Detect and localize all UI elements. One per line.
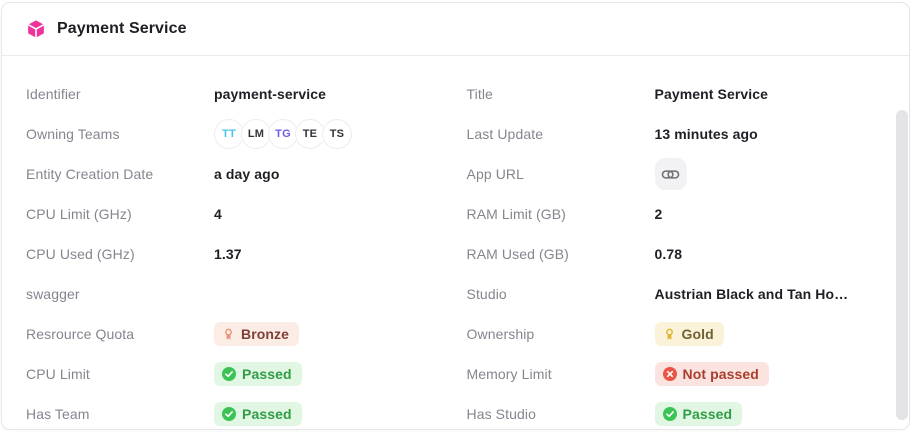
field-value: TTLMTGTETS xyxy=(214,119,445,149)
field-value: Passed xyxy=(214,362,445,386)
team-avatar[interactable]: TG xyxy=(268,119,298,149)
detail-row: Entity Creation Datea day ago xyxy=(26,154,445,194)
detail-row: swagger xyxy=(26,274,445,314)
app-url-button[interactable] xyxy=(655,158,687,190)
detail-row: App URL xyxy=(467,154,886,194)
detail-row: Has Studio Passed xyxy=(467,394,886,430)
field-label: Has Studio xyxy=(467,406,655,422)
detail-row: CPU Limit Passed xyxy=(26,354,445,394)
medal-icon xyxy=(663,328,676,341)
detail-row: Ownership Gold xyxy=(467,314,886,354)
badge-label: Passed xyxy=(683,407,733,421)
bronze-badge: Bronze xyxy=(214,322,299,346)
status-badge-not-passed: Not passed xyxy=(655,362,769,386)
scrollbar-thumb[interactable] xyxy=(896,110,908,420)
detail-row: TitlePayment Service xyxy=(467,74,886,114)
field-value-text: Austrian Black and Tan Ho… xyxy=(655,286,849,302)
page-title: Payment Service xyxy=(57,20,187,38)
detail-row: Memory Limit Not passed xyxy=(467,354,886,394)
detail-row: CPU Limit (GHz)4 xyxy=(26,194,445,234)
field-label: Identifier xyxy=(26,86,214,102)
field-label: CPU Limit (GHz) xyxy=(26,206,214,222)
field-value-text: 2 xyxy=(655,206,663,222)
field-value: 4 xyxy=(214,206,445,222)
field-label: App URL xyxy=(467,166,655,182)
check-circle-icon xyxy=(663,407,677,421)
details-column-right: TitlePayment ServiceLast Update13 minute… xyxy=(467,74,886,430)
detail-row: Owning TeamsTTLMTGTETS xyxy=(26,114,445,154)
field-value: 0.78 xyxy=(655,246,886,262)
field-value: Gold xyxy=(655,322,886,346)
field-label: Resrource Quota xyxy=(26,326,214,342)
field-label: Title xyxy=(467,86,655,102)
field-value-text: 0.78 xyxy=(655,246,683,262)
field-value-text: a day ago xyxy=(214,166,279,182)
field-label: CPU Used (GHz) xyxy=(26,246,214,262)
team-avatar[interactable]: TE xyxy=(295,119,325,149)
status-badge-passed: Passed xyxy=(214,402,302,426)
field-label: Ownership xyxy=(467,326,655,342)
medal-icon xyxy=(222,328,235,341)
gold-badge: Gold xyxy=(655,322,724,346)
field-value-text: 4 xyxy=(214,206,222,222)
badge-label: Passed xyxy=(242,367,292,381)
field-value-text: 1.37 xyxy=(214,246,242,262)
owning-teams-avatars: TTLMTGTETS xyxy=(214,119,445,149)
field-label: Last Update xyxy=(467,126,655,142)
field-label: RAM Used (GB) xyxy=(467,246,655,262)
field-value: payment-service xyxy=(214,86,445,102)
field-label: Has Team xyxy=(26,406,214,422)
package-icon xyxy=(26,19,46,39)
field-label: swagger xyxy=(26,286,214,302)
badge-label: Bronze xyxy=(241,327,289,341)
field-value: Austrian Black and Tan Ho… xyxy=(655,286,886,302)
field-value: Bronze xyxy=(214,322,445,346)
detail-row: CPU Used (GHz)1.37 xyxy=(26,234,445,274)
badge-label: Gold xyxy=(682,327,714,341)
field-label: CPU Limit xyxy=(26,366,214,382)
field-value: 1.37 xyxy=(214,246,445,262)
payment-service-card: Payment Service Identifierpayment-servic… xyxy=(1,2,910,430)
team-avatar[interactable]: TS xyxy=(322,119,352,149)
detail-row: StudioAustrian Black and Tan Ho… xyxy=(467,274,886,314)
field-value-text: Payment Service xyxy=(655,86,769,102)
field-label: Memory Limit xyxy=(467,366,655,382)
status-badge-passed: Passed xyxy=(214,362,302,386)
field-label: Owning Teams xyxy=(26,126,214,142)
field-label: Entity Creation Date xyxy=(26,166,214,182)
details-column-left: Identifierpayment-serviceOwning TeamsTTL… xyxy=(26,74,445,430)
link-icon xyxy=(661,165,680,184)
team-avatar[interactable]: LM xyxy=(241,119,271,149)
check-circle-icon xyxy=(222,407,236,421)
badge-label: Not passed xyxy=(683,367,759,381)
field-value: a day ago xyxy=(214,166,445,182)
field-value-text: payment-service xyxy=(214,86,326,102)
team-avatar[interactable]: TT xyxy=(214,119,244,149)
field-value: Not passed xyxy=(655,362,886,386)
status-badge-passed: Passed xyxy=(655,402,743,426)
check-circle-icon xyxy=(222,367,236,381)
field-label: RAM Limit (GB) xyxy=(467,206,655,222)
field-value: 13 minutes ago xyxy=(655,126,886,142)
field-value: Passed xyxy=(214,402,445,426)
detail-row: RAM Used (GB)0.78 xyxy=(467,234,886,274)
detail-row: RAM Limit (GB)2 xyxy=(467,194,886,234)
badge-label: Passed xyxy=(242,407,292,421)
field-value xyxy=(655,158,886,190)
detail-row: Identifierpayment-service xyxy=(26,74,445,114)
detail-row: Last Update13 minutes ago xyxy=(467,114,886,154)
field-value: 2 xyxy=(655,206,886,222)
field-value: Passed xyxy=(655,402,886,426)
field-label: Studio xyxy=(467,286,655,302)
field-value: Payment Service xyxy=(655,86,886,102)
card-body: Identifierpayment-serviceOwning TeamsTTL… xyxy=(2,56,909,430)
field-value-text: 13 minutes ago xyxy=(655,126,758,142)
detail-row: Has Team Passed xyxy=(26,394,445,430)
card-header: Payment Service xyxy=(2,3,909,56)
x-circle-icon xyxy=(663,367,677,381)
detail-row: Resrource Quota Bronze xyxy=(26,314,445,354)
